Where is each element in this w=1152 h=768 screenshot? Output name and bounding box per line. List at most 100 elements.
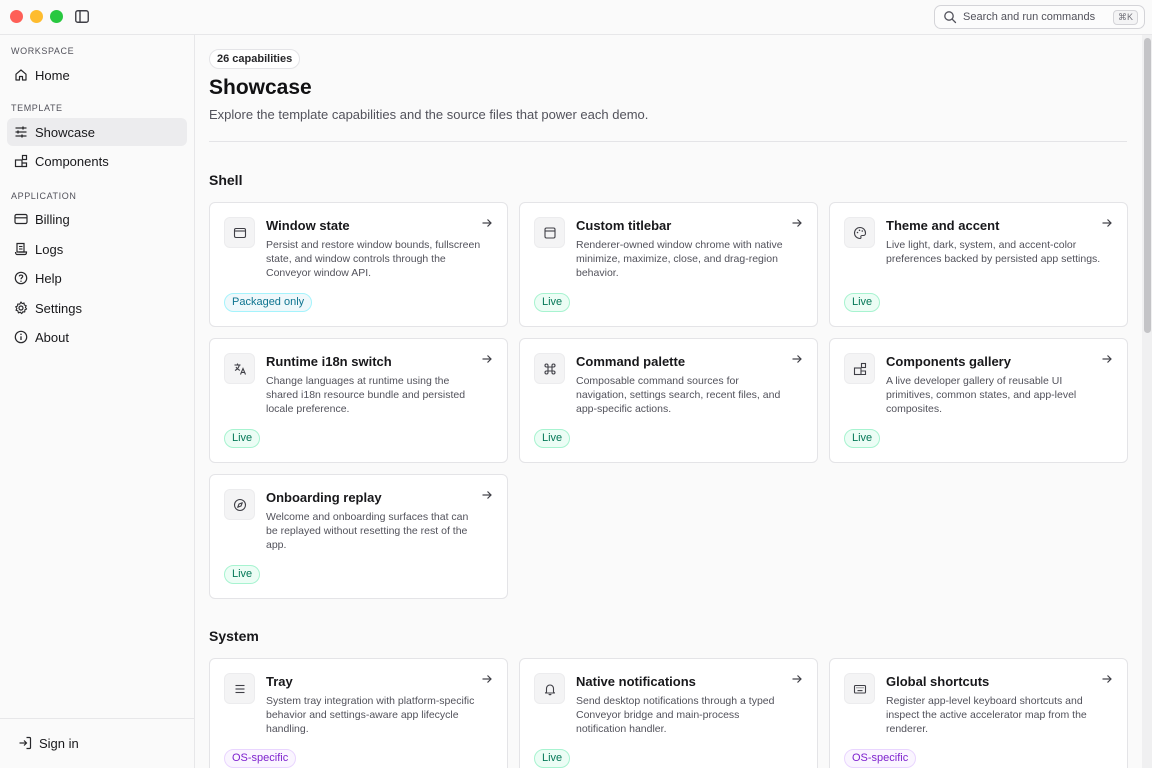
sliders-icon (15, 126, 27, 138)
arrow-right-icon (482, 219, 492, 227)
search-placeholder: Search and run commands (963, 11, 1096, 23)
titlebar: Search and run commands ⌘K (0, 0, 1152, 35)
card-title: Global shortcuts (886, 674, 990, 689)
shortcut-hint: ⌘K (1112, 9, 1138, 25)
arrow-right-icon (482, 355, 492, 363)
status-badge: Live (224, 565, 261, 584)
card-title: Theme and accent (886, 218, 1000, 233)
arrow-right-icon (1102, 355, 1112, 363)
command-search-button[interactable]: Search and run commands ⌘K (934, 5, 1145, 29)
sign-in-label: Sign in (39, 735, 79, 751)
card-icon-box (224, 489, 255, 520)
page-subtitle: Explore the template capabilities and th… (209, 107, 649, 122)
sidebar-footer: Sign in (0, 718, 194, 768)
card-title: Onboarding replay (266, 490, 382, 505)
main-content: 26 capabilities Showcase Explore the tem… (195, 35, 1142, 768)
credit-card-icon (14, 213, 28, 225)
blocks-icon (14, 154, 28, 168)
sidebar-item-label: Billing (35, 211, 70, 227)
sidebar-section-template: TEMPLATE (11, 103, 63, 113)
gear-icon (15, 301, 28, 315)
capability-card-onboarding-replay[interactable]: Onboarding replay Welcome and onboarding… (209, 474, 508, 599)
card-title: Runtime i18n switch (266, 354, 392, 369)
capability-card-tray[interactable]: Tray System tray integration with platfo… (209, 658, 508, 768)
logs-icon (14, 242, 28, 256)
titlebar-icon (543, 226, 556, 239)
status-badge: Live (844, 429, 881, 448)
card-title: Native notifications (576, 674, 696, 689)
sidebar: WORKSPACE Home TEMPLATE Showcase Compone… (0, 35, 195, 768)
sidebar-item-components[interactable]: Components (7, 147, 187, 175)
capability-card-native-notifications[interactable]: Native notifications Send desktop notifi… (519, 658, 818, 768)
group-title-system: System (209, 628, 259, 644)
sidebar-section-application: APPLICATION (11, 191, 77, 201)
card-description: Renderer-owned window chrome with native… (576, 239, 783, 279)
sidebar-item-label: Components (35, 153, 109, 169)
palette-icon (853, 226, 866, 239)
main-scrollbar[interactable] (1142, 35, 1152, 768)
capability-card-runtime-i18n[interactable]: Runtime i18n switch Change languages at … (209, 338, 508, 463)
status-badge: Live (534, 429, 571, 448)
header-divider (209, 141, 1127, 142)
scrollbar-thumb[interactable] (1144, 38, 1151, 333)
group-title-shell: Shell (209, 172, 243, 188)
card-icon-box (844, 353, 875, 384)
sidebar-item-label: Home (35, 67, 70, 83)
card-description: Register app-level keyboard shortcuts an… (886, 695, 1087, 735)
card-title: Components gallery (886, 354, 1011, 369)
status-badge: Packaged only (224, 293, 313, 312)
sidebar-item-logs[interactable]: Logs (7, 235, 187, 263)
sidebar-item-billing[interactable]: Billing (7, 205, 187, 233)
capability-card-custom-titlebar[interactable]: Custom titlebar Renderer-owned window ch… (519, 202, 818, 327)
arrow-right-icon (792, 219, 802, 227)
blocks-icon (853, 362, 866, 375)
arrow-right-icon (792, 355, 802, 363)
card-icon-box (534, 217, 565, 248)
sidebar-item-settings[interactable]: Settings (7, 294, 187, 322)
close-window-button[interactable] (10, 10, 23, 23)
page-title: Showcase (209, 76, 312, 99)
info-icon (14, 330, 28, 344)
sidebar-item-label: About (35, 329, 69, 345)
sidebar-item-showcase[interactable]: Showcase (7, 118, 187, 146)
capability-card-global-shortcuts[interactable]: Global shortcuts Register app-level keyb… (829, 658, 1128, 768)
card-description: A live developer gallery of reusable UI … (886, 375, 1077, 415)
arrow-right-icon (482, 491, 492, 499)
arrow-right-icon (792, 675, 802, 683)
card-icon-box (844, 673, 875, 704)
card-description: Change languages at runtime using the sh… (266, 375, 466, 415)
arrow-right-icon (1102, 219, 1112, 227)
card-description: Send desktop notifications through a typ… (576, 695, 775, 735)
status-badge: OS-specific (224, 749, 297, 768)
capability-card-command-palette[interactable]: Command palette Composable command sourc… (519, 338, 818, 463)
maximize-window-button[interactable] (50, 10, 63, 23)
sign-in-button[interactable]: Sign in (12, 729, 182, 757)
sidebar-item-home[interactable]: Home (7, 61, 187, 89)
keyboard-icon (853, 684, 866, 694)
card-icon-box (224, 217, 255, 248)
card-icon-box (844, 217, 875, 248)
sidebar-item-label: Help (35, 270, 62, 286)
card-description: Persist and restore window bounds, fulls… (266, 239, 481, 279)
card-description: System tray integration with platform-sp… (266, 695, 475, 735)
card-icon-box (534, 353, 565, 384)
search-icon (944, 11, 957, 24)
status-badge: Live (224, 429, 261, 448)
sidebar-item-label: Settings (35, 300, 82, 316)
sidebar-toggle-icon[interactable] (75, 10, 89, 23)
minimize-window-button[interactable] (30, 10, 43, 23)
app-window: Search and run commands ⌘K WORKSPACE Hom… (0, 0, 1152, 768)
sidebar-item-about[interactable]: About (7, 323, 187, 351)
sidebar-item-help[interactable]: Help (7, 264, 187, 292)
card-title: Window state (266, 218, 350, 233)
arrow-right-icon (1102, 675, 1112, 683)
status-badge: Live (534, 749, 571, 768)
capability-card-theme-and-accent[interactable]: Theme and accent Live light, dark, syste… (829, 202, 1128, 327)
sidebar-section-workspace: WORKSPACE (11, 46, 75, 56)
menu-lines-icon (235, 684, 244, 693)
capability-count-badge: 26 capabilities (209, 49, 301, 69)
capability-card-components-gallery[interactable]: Components gallery A live developer gall… (829, 338, 1128, 463)
window-icon (233, 227, 246, 238)
capability-card-window-state[interactable]: Window state Persist and restore window … (209, 202, 508, 327)
arrow-right-icon (482, 675, 492, 683)
